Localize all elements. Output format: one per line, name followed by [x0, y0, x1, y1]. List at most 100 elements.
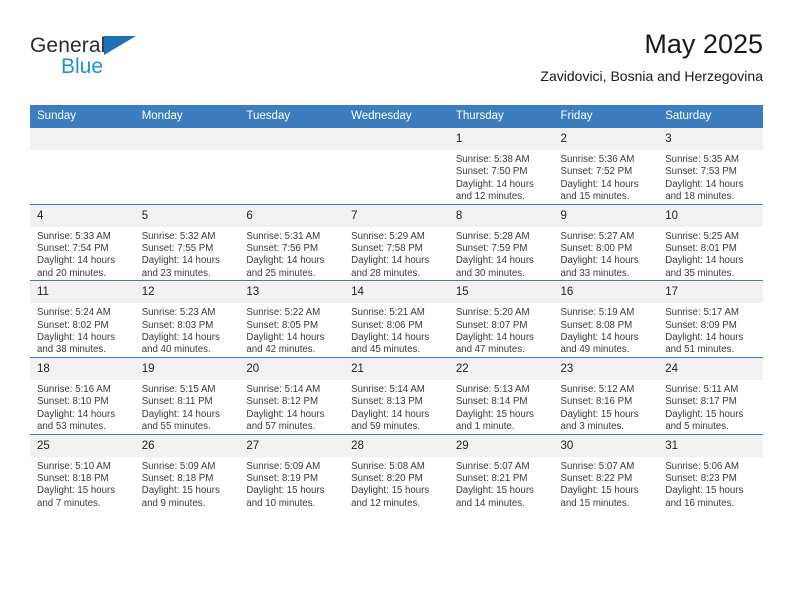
day-sun-info: Sunrise: 5:11 AM Sunset: 8:17 PM Daylight:…	[658, 380, 763, 434]
calendar-day-cell[interactable]: 26 Sunrise: 5:09 AM Sunset: 8:18 PM Dayligh…	[134, 433, 240, 511]
daylight-duration: Daylight: 14 hours	[455, 332, 534, 344]
weekday-header-saturday: Saturday	[658, 105, 763, 128]
sunset-time: Sunset: 8:22 PM	[560, 472, 633, 484]
calendar-day-cell[interactable]: 17 Sunrise: 5:17 AM Sunset: 8:09 PM Dayligh…	[658, 280, 763, 358]
day-number: 12	[134, 281, 240, 304]
calendar-week-row: 25 Sunrise: 5:10 AM Sunset: 8:18 PM Dayligh…	[30, 433, 763, 511]
day-sun-info: Sunrise: 5:31 AM Sunset: 7:56 PM Daylight:…	[239, 227, 344, 281]
sunset-time: Sunset: 8:06 PM	[351, 319, 423, 331]
calendar-day-cell[interactable]: 7 Sunrise: 5:29 AM Sunset: 7:58 PM Daylight…	[344, 203, 449, 281]
sunset-time: Sunset: 8:12 PM	[246, 396, 319, 408]
calendar-day-cell[interactable]: 5 Sunrise: 5:32 AM Sunset: 7:55 PM Daylight…	[134, 203, 240, 281]
day-number: 31	[658, 434, 763, 457]
daylight-duration: Daylight: 14 hours	[560, 178, 639, 190]
day-sun-info: Sunrise: 5:07 AM Sunset: 8:22 PM Daylight:…	[554, 457, 659, 511]
calendar-day-cell[interactable]: 18 Sunrise: 5:16 AM Sunset: 8:10 PM Dayligh…	[30, 356, 135, 434]
calendar-day-cell[interactable]: 11 Sunrise: 5:24 AM Sunset: 8:02 PM Dayligh…	[30, 280, 135, 358]
calendar-day-cell[interactable]: 16 Sunrise: 5:19 AM Sunset: 8:08 PM Dayligh…	[553, 280, 659, 358]
daylight-duration: Daylight: 14 hours	[37, 408, 116, 420]
day-sun-info: Sunrise: 5:32 AM Sunset: 7:55 PM Daylight:…	[135, 227, 240, 281]
calendar-day-cell[interactable]: 3 Sunrise: 5:35 AM Sunset: 7:53 PM Daylight…	[658, 128, 763, 205]
calendar-day-cell[interactable]: 15 Sunrise: 5:20 AM Sunset: 8:07 PM Dayligh…	[448, 280, 554, 358]
day-number: 8	[448, 204, 554, 227]
calendar-day-cell[interactable]: 13 Sunrise: 5:22 AM Sunset: 8:05 PM Dayligh…	[239, 280, 345, 358]
daylight-duration: Daylight: 14 hours	[37, 332, 116, 344]
sunrise-time: Sunrise: 5:15 AM	[141, 383, 216, 395]
calendar-day-cell[interactable]: 2 Sunrise: 5:36 AM Sunset: 7:52 PM Daylight…	[553, 128, 659, 205]
calendar-day-cell[interactable]: 12 Sunrise: 5:23 AM Sunset: 8:03 PM Dayligh…	[134, 280, 240, 358]
day-number: 23	[553, 357, 659, 380]
daylight-duration: Daylight: 15 hours	[37, 485, 116, 497]
sunset-time: Sunset: 7:53 PM	[665, 166, 737, 178]
daylight-duration-cont: and 12 minutes.	[351, 497, 421, 509]
daylight-duration-cont: and 12 minutes.	[455, 191, 525, 203]
daylight-duration-cont: and 38 minutes.	[37, 344, 106, 356]
calendar-day-cell[interactable]: 31 Sunrise: 5:06 AM Sunset: 8:23 PM Dayligh…	[658, 433, 763, 511]
calendar-day-cell[interactable]: 8 Sunrise: 5:28 AM Sunset: 7:59 PM Daylight…	[448, 203, 554, 281]
calendar-day-cell[interactable]: 19 Sunrise: 5:15 AM Sunset: 8:11 PM Dayligh…	[134, 356, 240, 434]
sunset-time: Sunset: 8:01 PM	[665, 243, 737, 255]
daylight-duration-cont: and 10 minutes.	[246, 497, 316, 509]
page-title: May 2025	[644, 29, 763, 59]
day-number: 16	[553, 281, 659, 304]
day-sun-info: Sunrise: 5:27 AM Sunset: 8:00 PM Daylight:…	[554, 227, 659, 281]
daylight-duration-cont: and 57 minutes.	[246, 421, 316, 433]
sunrise-time: Sunrise: 5:07 AM	[455, 460, 530, 472]
calendar-day-cell[interactable]: 25 Sunrise: 5:10 AM Sunset: 8:18 PM Dayligh…	[30, 433, 135, 511]
day-sun-info: Sunrise: 5:21 AM Sunset: 8:06 PM Daylight:…	[344, 303, 449, 357]
daylight-duration: Daylight: 14 hours	[665, 332, 744, 344]
sunrise-time: Sunrise: 5:25 AM	[665, 230, 739, 242]
day-number: 29	[448, 434, 554, 457]
sunset-time: Sunset: 7:55 PM	[141, 243, 214, 255]
day-number	[239, 128, 345, 150]
calendar-day-cell[interactable]: 9 Sunrise: 5:27 AM Sunset: 8:00 PM Daylight…	[553, 203, 659, 281]
weekday-header-wednesday: Wednesday	[344, 105, 449, 128]
sunset-time: Sunset: 8:03 PM	[141, 319, 214, 331]
calendar-day-cell[interactable]: 14 Sunrise: 5:21 AM Sunset: 8:06 PM Dayligh…	[344, 280, 449, 358]
day-number: 17	[658, 281, 763, 304]
sunset-time: Sunset: 8:08 PM	[560, 319, 633, 331]
calendar-day-cell[interactable]: 6 Sunrise: 5:31 AM Sunset: 7:56 PM Daylight…	[239, 203, 345, 281]
day-sun-info: Sunrise: 5:28 AM Sunset: 7:59 PM Daylight:…	[449, 227, 554, 281]
calendar-day-cell[interactable]: 22 Sunrise: 5:13 AM Sunset: 8:14 PM Dayligh…	[448, 356, 554, 434]
calendar-day-cell[interactable]: 20 Sunrise: 5:14 AM Sunset: 8:12 PM Dayligh…	[239, 356, 345, 434]
weekday-header-sunday: Sunday	[30, 105, 135, 128]
calendar-day-cell[interactable]: 10 Sunrise: 5:25 AM Sunset: 8:01 PM Dayligh…	[658, 203, 763, 281]
calendar-day-cell[interactable]: 21 Sunrise: 5:14 AM Sunset: 8:13 PM Dayligh…	[344, 356, 449, 434]
sunrise-time: Sunrise: 5:14 AM	[351, 383, 425, 395]
general-blue-logo[interactable]: General Blue	[30, 34, 160, 86]
calendar-day-cell[interactable]: 1 Sunrise: 5:38 AM Sunset: 7:50 PM Daylight…	[448, 128, 554, 205]
calendar-day-cell[interactable]: 29 Sunrise: 5:07 AM Sunset: 8:21 PM Dayligh…	[448, 433, 554, 511]
calendar-day-cell[interactable]: 30 Sunrise: 5:07 AM Sunset: 8:22 PM Dayligh…	[553, 433, 659, 511]
sunset-time: Sunset: 8:20 PM	[351, 472, 423, 484]
calendar-day-cell[interactable]: 23 Sunrise: 5:12 AM Sunset: 8:16 PM Dayligh…	[553, 356, 659, 434]
sunset-time: Sunset: 8:14 PM	[455, 396, 528, 408]
sunrise-time: Sunrise: 5:28 AM	[455, 230, 530, 242]
calendar-week-row: 11 Sunrise: 5:24 AM Sunset: 8:02 PM Dayligh…	[30, 280, 763, 358]
calendar-day-cell[interactable]: 28 Sunrise: 5:08 AM Sunset: 8:20 PM Dayligh…	[344, 433, 449, 511]
sunrise-time: Sunrise: 5:24 AM	[37, 307, 111, 319]
daylight-duration-cont: and 45 minutes.	[351, 344, 421, 356]
sunrise-time: Sunrise: 5:16 AM	[37, 383, 111, 395]
day-sun-info: Sunrise: 5:24 AM Sunset: 8:02 PM Daylight:…	[30, 303, 135, 357]
calendar-day-cell-empty	[30, 128, 135, 205]
calendar-day-cell-empty	[134, 128, 240, 205]
sunrise-time: Sunrise: 5:29 AM	[351, 230, 425, 242]
daylight-duration-cont: and 15 minutes.	[560, 497, 630, 509]
day-sun-info: Sunrise: 5:10 AM Sunset: 8:18 PM Daylight:…	[30, 457, 135, 511]
day-sun-info: Sunrise: 5:38 AM Sunset: 7:50 PM Daylight:…	[449, 150, 554, 204]
daylight-duration-cont: and 1 minute.	[455, 421, 515, 433]
daylight-duration-cont: and 5 minutes.	[665, 421, 729, 433]
sunset-time: Sunset: 7:52 PM	[560, 166, 633, 178]
calendar-day-cell[interactable]: 4 Sunrise: 5:33 AM Sunset: 7:54 PM Daylight…	[30, 203, 135, 281]
calendar-day-cell[interactable]: 27 Sunrise: 5:09 AM Sunset: 8:19 PM Dayligh…	[239, 433, 345, 511]
day-sun-info: Sunrise: 5:09 AM Sunset: 8:18 PM Daylight:…	[135, 457, 240, 511]
day-number: 14	[344, 281, 449, 304]
day-number: 1	[448, 128, 554, 150]
daylight-duration: Daylight: 14 hours	[351, 332, 430, 344]
day-number: 22	[448, 357, 554, 380]
daylight-duration-cont: and 53 minutes.	[37, 421, 106, 433]
day-sun-info: Sunrise: 5:14 AM Sunset: 8:12 PM Daylight:…	[239, 380, 344, 434]
daylight-duration: Daylight: 15 hours	[455, 485, 534, 497]
calendar-day-cell[interactable]: 24 Sunrise: 5:11 AM Sunset: 8:17 PM Dayligh…	[658, 356, 763, 434]
